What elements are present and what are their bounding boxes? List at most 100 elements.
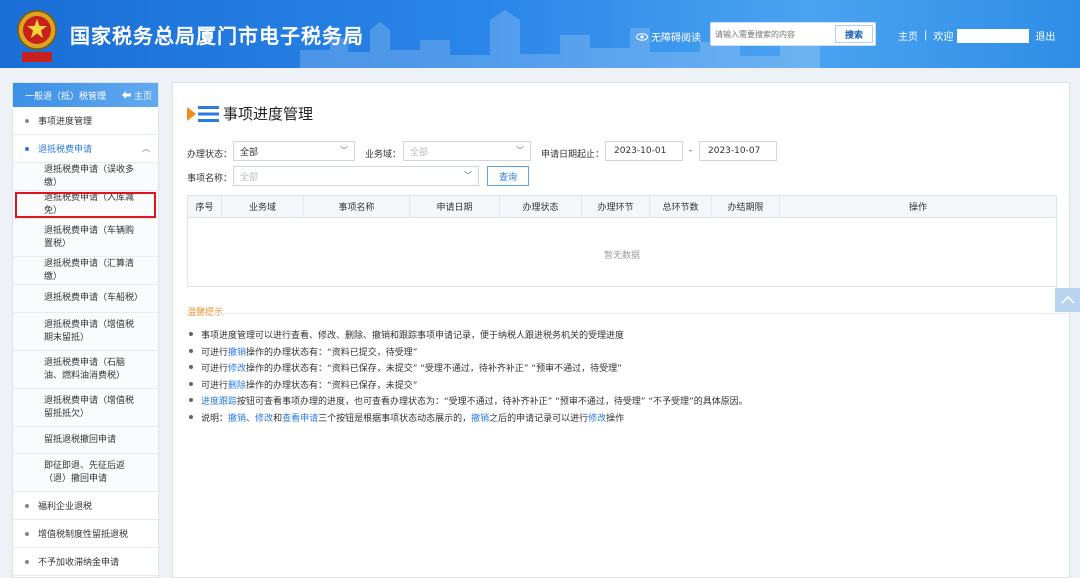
status-label: 办理状态： [187, 150, 233, 160]
sidebar-header-title: 一般退（抵）税管理 [25, 91, 107, 102]
bullet-icon [189, 381, 193, 386]
sidebar-item-refund-apply[interactable]: 退抵税费申请 ︿ [13, 135, 158, 163]
bullet-icon [25, 503, 29, 508]
page-title: 事项进度管理 [223, 105, 314, 123]
progress-table: 序号 业务域 事项名称 申请日期 办理状态 办理环节 总环节数 办结期限 操作 … [187, 195, 1057, 287]
item-name-select[interactable]: 全部 ﹀ [233, 166, 479, 186]
chevron-down-icon: ﹀ [340, 146, 348, 155]
sidebar-item-progress[interactable]: 事项进度管理 [13, 107, 158, 135]
column-header: 业务域 [222, 196, 304, 217]
domain-select[interactable]: 全部 ﹀ [403, 141, 531, 161]
redacted-username [957, 28, 1030, 43]
date-range-label: 申请日期起止： [541, 150, 605, 160]
domain-label: 业务域： [365, 150, 402, 160]
tip-text: 、 [246, 413, 256, 424]
bullet-icon [25, 531, 29, 536]
sidebar-item-label: 事项进度管理 [38, 117, 93, 127]
column-header: 序号 [188, 196, 222, 217]
list-item: 可进行 撤销 操作的办理状态有：“资料已提交，待受理” [187, 345, 1047, 362]
column-header: 办结期限 [712, 196, 780, 217]
sidebar: 一般退（抵）税管理 主页 事项进度管理 退抵税费申请 ︿ 退抵税费申请（误收多缴… [12, 82, 159, 578]
tip-text: 操作 [606, 413, 625, 424]
sidebar-home-link[interactable]: 主页 [121, 89, 152, 102]
search-input[interactable] [715, 26, 835, 42]
bullet-icon [189, 398, 193, 402]
tip-keyword: 撤销 [471, 413, 490, 424]
logout-link[interactable]: 退出 [1035, 28, 1055, 43]
tip-keyword: 撤销 [228, 347, 247, 358]
column-header: 总环节数 [650, 196, 712, 217]
list-item: 可进行 删除 操作的办理状态有：“资料已保存，未提交” [187, 378, 1047, 395]
header-search: 搜索 [710, 22, 876, 46]
divider: | [924, 30, 928, 41]
tip-text: 事项进度管理可以进行查看、修改、删除、撤销和跟踪事项申请记录，便于纳税人跟进税务… [201, 331, 625, 341]
tip-keyword: 进度跟踪 [201, 397, 238, 407]
sidebar-item-label: 福利企业退税 [38, 502, 93, 512]
tip-text: 操作的办理状态有：“资料已提交，待受理” [246, 347, 418, 358]
site-title: 国家税务总局厦门市电子税务局 [70, 24, 364, 48]
sidebar-home-label: 主页 [133, 91, 152, 102]
status-select[interactable]: 全部 ﹀ [233, 141, 355, 161]
top-header: 国家税务总局厦门市电子税务局 无障碍阅读 搜索 主页 | 欢迎 退出 [0, 0, 1080, 68]
chevron-down-icon: ﹀ [464, 171, 472, 180]
sidebar-item-label: 退抵税费申请 [38, 145, 93, 155]
list-item: 可进行 修改 操作的办理状态有：“资料已保存，未提交” “受理不通过，待补齐补正” … [187, 361, 1047, 378]
main-panel: 事项进度管理 办理状态： 全部 ﹀ 业务域： 全部 ﹀ 申请日期起止： 2023… [172, 82, 1070, 578]
chevron-down-icon: ﹀ [516, 146, 524, 155]
home-link[interactable]: 主页 [898, 28, 918, 43]
sidebar-item-late-fee[interactable]: 不予加收滞纳金申请 [13, 548, 158, 576]
column-header: 办理状态 [500, 196, 582, 217]
sidebar-subitem[interactable]: 退抵税费申请（车辆购置税） [13, 219, 158, 257]
accessibility-reader-link[interactable]: 无障碍阅读 [636, 29, 701, 44]
column-header: 申请日期 [410, 196, 500, 217]
chevron-up-icon [1060, 296, 1075, 304]
item-name-label: 事项名称： [187, 174, 233, 184]
tip-keyword: 修改 [588, 413, 607, 424]
tip-text: 操作的办理状态有：“资料已保存，未提交” “受理不通过，待补齐补正” “预审不通… [246, 364, 622, 374]
sidebar-item-label: 增值税制度性留抵退税 [38, 530, 129, 540]
sidebar-subitem[interactable]: 退抵税费申请（增值税留抵抵欠） [13, 389, 158, 427]
welcome-text: 欢迎 [933, 32, 954, 43]
bullet-icon [189, 365, 193, 369]
date-start-input[interactable]: 2023-10-01 [605, 141, 683, 161]
list-icon [187, 105, 219, 122]
sidebar-subitem[interactable]: 即征即退、先征后返（退）撤回申请 [13, 454, 158, 492]
tip-text: 可进行 [201, 380, 229, 391]
chevron-up-icon: ︿ [142, 144, 150, 153]
sidebar-subitem[interactable]: 退抵税费申请（汇算清缴） [13, 257, 158, 285]
tip-keyword: 撤销 [228, 413, 247, 424]
sidebar-subitem[interactable]: 退抵税费申请（车船税） [13, 285, 158, 313]
sidebar-subitem[interactable]: 退抵税费申请（误收多缴） [13, 163, 158, 191]
column-header: 办理环节 [582, 196, 650, 217]
divider [187, 313, 1069, 314]
list-item: 说明： 撤销、修改和查看申请 三个按钮是根据事项状态动态展示的， 撤销 之后的申请记录可… [187, 411, 1047, 428]
bullet-icon [189, 332, 193, 336]
sidebar-subitem-selected[interactable]: 退抵税费申请（入库减免） [14, 191, 157, 219]
tip-text: 可进行 [201, 364, 229, 374]
sidebar-subitem[interactable]: 退抵税费申请（增值税期末留抵） [13, 313, 158, 351]
sidebar-subitem[interactable]: 留抵退税撤回申请 [13, 427, 158, 454]
tip-keyword: 删除 [228, 380, 247, 391]
column-header: 事项名称 [304, 196, 410, 217]
bullet-icon [25, 559, 29, 564]
eye-icon [636, 32, 648, 41]
tip-text: 操作的办理状态有：“资料已保存，未提交” [246, 380, 418, 391]
date-end-input[interactable]: 2023-10-07 [699, 141, 777, 161]
accessibility-label: 无障碍阅读 [651, 33, 701, 44]
tip-text: 可进行 [201, 347, 229, 358]
sidebar-header: 一般退（抵）税管理 主页 [13, 83, 158, 107]
status-value: 全部 [240, 147, 259, 158]
search-button[interactable]: 搜索 [835, 25, 873, 43]
sidebar-item-label: 不予加收滞纳金申请 [38, 558, 120, 568]
tip-text: 按钮可查看事项办理的进度，也可查看办理状态为：“受理不通过，待补齐补正” “预审… [237, 397, 748, 407]
item-name-value: 全部 [240, 172, 259, 183]
tip-keyword: 查看申请 [282, 413, 319, 424]
sidebar-subitem[interactable]: 退抵税费申请（石脑油、燃料油消费税） [13, 351, 158, 389]
tip-text: 和 [273, 413, 283, 424]
tip-text: 说明： [201, 413, 229, 424]
scroll-to-top-button[interactable] [1055, 288, 1080, 312]
tip-text: 之后的申请记录可以进行 [489, 413, 589, 424]
sidebar-item-welfare[interactable]: 福利企业退税 [13, 492, 158, 520]
sidebar-item-vat-refund[interactable]: 增值税制度性留抵退税 [13, 520, 158, 548]
query-button[interactable]: 查询 [487, 166, 529, 186]
